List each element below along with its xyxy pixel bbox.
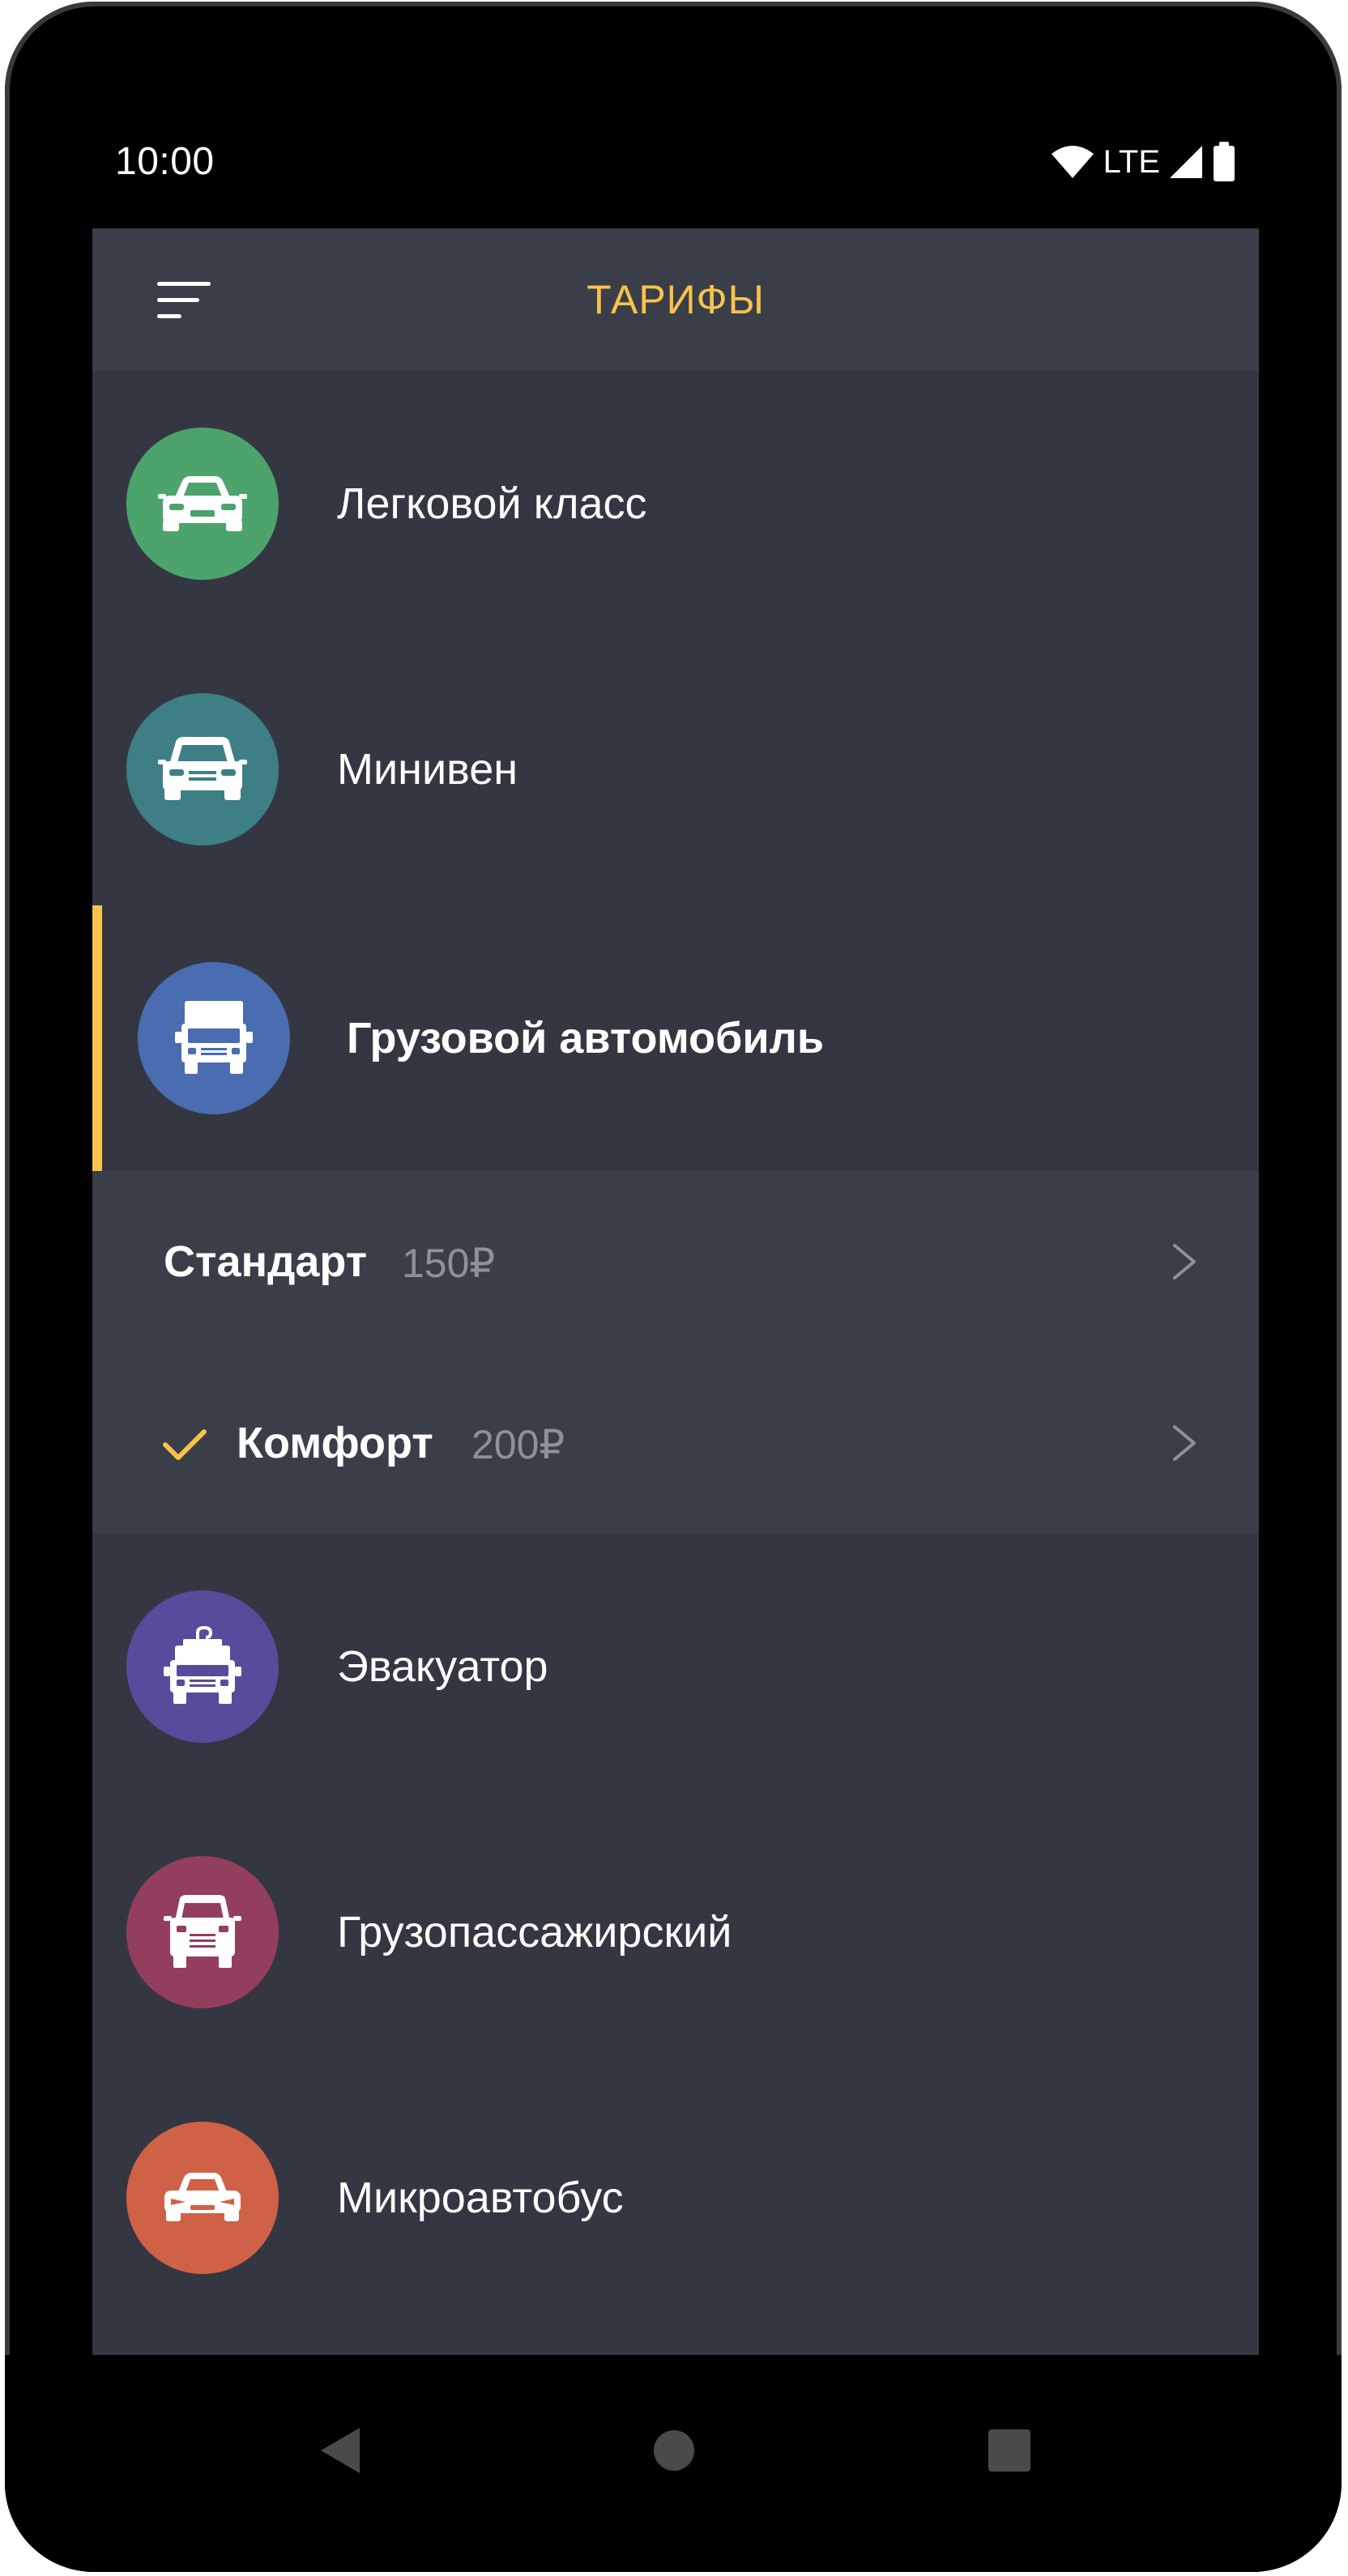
chevron-right-icon [1173, 1244, 1196, 1279]
minibus-icon [126, 2122, 279, 2274]
tariff-label: Минивен [337, 745, 518, 794]
network-type: LTE [1103, 143, 1160, 180]
truck-icon [138, 962, 290, 1114]
phone-frame: 10:00 LTE ТАРИФЫ Легковой класс Минивен … [5, 2, 1342, 2572]
tariff-item-truck-expanded: Грузовой автомобиль Стандарт 150₽ Комфор… [92, 905, 1259, 1534]
tariff-item-sedan[interactable]: Легковой класс [92, 371, 1259, 637]
tariff-item-minibus[interactable]: Микроавтобус [92, 2065, 1259, 2331]
tariff-item-minivan[interactable]: Минивен [92, 637, 1259, 902]
sedan-car-icon [126, 428, 279, 580]
option-price: 150₽ [402, 1241, 496, 1286]
app-bar: ТАРИФЫ [92, 228, 1259, 371]
cargo-van-icon [126, 1856, 279, 2008]
tariff-label: Грузовой автомобиль [347, 1014, 825, 1062]
tariff-options-panel: Стандарт 150₽ Комфорт 200₽ [92, 1171, 1259, 1534]
tariff-item-truck[interactable]: Грузовой автомобиль [92, 905, 1259, 1171]
tariff-label: Эвакуатор [337, 1642, 548, 1691]
status-bar: 10:00 LTE [5, 123, 1342, 201]
app-screen: ТАРИФЫ Легковой класс Минивен Грузовой а… [92, 228, 1259, 2355]
chevron-right-icon [1173, 1425, 1196, 1461]
home-icon[interactable] [625, 2402, 723, 2499]
status-icons: LTE [1050, 141, 1236, 183]
tariff-label: Легковой класс [337, 479, 647, 528]
tariff-item-cargo-van[interactable]: Грузопассажирский [92, 1799, 1259, 2065]
check-icon [163, 1429, 207, 1460]
option-name: Стандарт [164, 1237, 368, 1286]
minivan-icon [126, 693, 279, 845]
recents-icon[interactable] [961, 2402, 1058, 2499]
option-row-comfort[interactable]: Комфорт 200₽ [92, 1352, 1259, 1534]
status-time: 10:00 [115, 140, 215, 183]
tariff-label: Микроавтобус [337, 2174, 624, 2222]
tariff-item-tow-truck[interactable]: Эвакуатор [92, 1534, 1259, 1799]
tariff-label: Грузопассажирский [337, 1908, 732, 1956]
system-nav-bar [5, 2355, 1342, 2572]
option-row-standard[interactable]: Стандарт 150₽ [92, 1171, 1259, 1352]
option-name: Комфорт [237, 1419, 433, 1467]
page-title: ТАРИФЫ [587, 277, 765, 322]
option-price: 200₽ [471, 1422, 565, 1467]
wifi-icon [1051, 146, 1094, 178]
back-icon[interactable] [292, 2402, 389, 2499]
tow-truck-icon [126, 1590, 279, 1743]
cell-signal-icon [1170, 146, 1202, 178]
battery-icon [1214, 142, 1235, 181]
